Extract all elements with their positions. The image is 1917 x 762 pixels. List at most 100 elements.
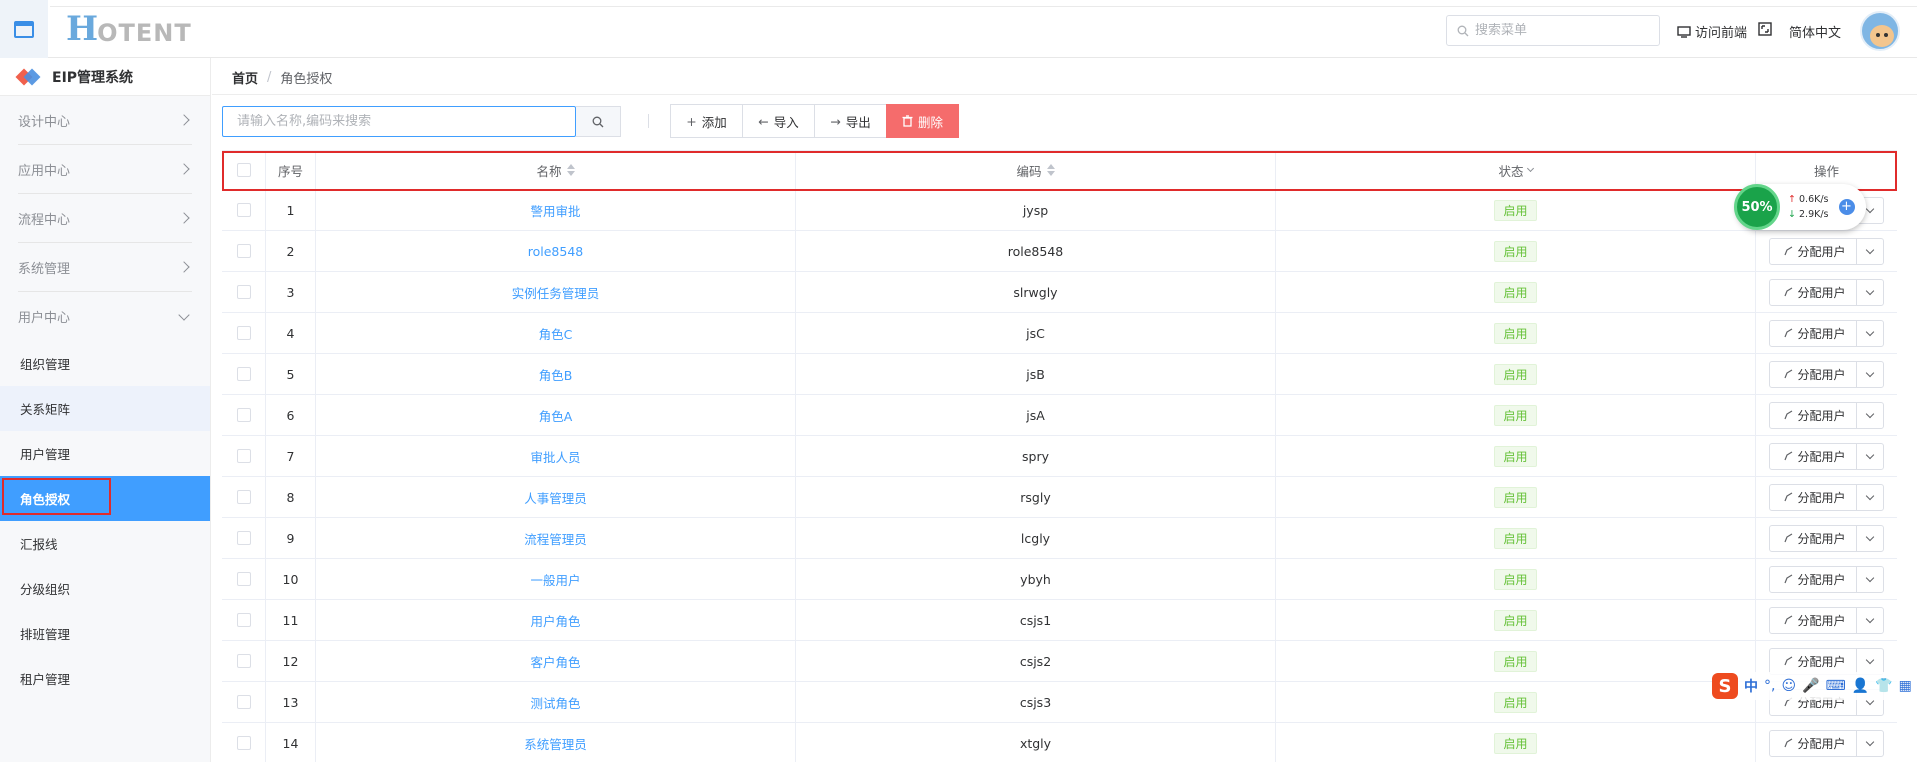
more-actions-dropdown[interactable]: [1857, 608, 1883, 633]
role-name-link[interactable]: 客户角色: [530, 652, 580, 671]
nav-group-design[interactable]: 设计中心: [18, 96, 192, 145]
role-name-link[interactable]: 角色A: [539, 406, 573, 425]
assign-users-button[interactable]: 分配用户: [1770, 730, 1857, 756]
fullscreen-button[interactable]: [1758, 22, 1772, 36]
search-button[interactable]: [576, 106, 621, 137]
sort-icon[interactable]: [566, 164, 575, 176]
sidebar-item-matrix[interactable]: 关系矩阵: [0, 386, 210, 431]
row-checkbox[interactable]: [236, 613, 251, 627]
more-actions-dropdown[interactable]: [1857, 321, 1883, 346]
microphone-icon[interactable]: 🎤: [1802, 678, 1819, 694]
assign-users-button[interactable]: 分配用户: [1770, 484, 1857, 510]
grid-icon[interactable]: ▦: [1899, 678, 1912, 694]
menu-toggle-button[interactable]: [0, 0, 48, 58]
header-status[interactable]: 状态: [1276, 151, 1756, 189]
sidebar-item-users[interactable]: 用户管理: [0, 431, 210, 476]
sidebar-item-org[interactable]: 组织管理: [0, 341, 210, 386]
header-name[interactable]: 名称: [316, 151, 796, 189]
more-actions-dropdown[interactable]: [1857, 485, 1883, 510]
sidebar-item-report-line[interactable]: 汇报线: [0, 521, 210, 566]
visit-frontend-link[interactable]: 访问前端: [1677, 22, 1747, 41]
role-name-link[interactable]: role8548: [528, 244, 584, 259]
assign-users-button[interactable]: 分配用户: [1770, 525, 1857, 551]
role-name-link[interactable]: 实例任务管理员: [512, 283, 600, 302]
plus-icon[interactable]: +: [1838, 199, 1855, 215]
assign-users-button[interactable]: 分配用户: [1770, 361, 1857, 387]
more-actions-dropdown[interactable]: [1857, 731, 1883, 756]
row-checkbox[interactable]: [236, 203, 251, 217]
nav-group-user[interactable]: 用户中心: [18, 292, 192, 341]
assign-users-button[interactable]: 分配用户: [1770, 648, 1857, 674]
row-checkbox[interactable]: [236, 572, 251, 586]
more-actions-dropdown[interactable]: [1857, 444, 1883, 469]
sidebar-item-grade-org[interactable]: 分级组织: [0, 566, 210, 611]
ime-mode[interactable]: 中: [1744, 676, 1758, 696]
role-name-link[interactable]: 角色B: [539, 365, 573, 384]
table-row[interactable]: 5 角色B jsB 启用 分配用户: [222, 354, 1897, 395]
language-selector[interactable]: 简体中文: [1789, 22, 1841, 41]
breadcrumb-home[interactable]: 首页: [232, 68, 258, 87]
export-button[interactable]: → 导出: [814, 104, 887, 138]
role-name-link[interactable]: 系统管理员: [524, 734, 587, 753]
more-actions-dropdown[interactable]: [1857, 280, 1883, 305]
menu-search-box[interactable]: [1446, 15, 1660, 46]
table-row[interactable]: 9 流程管理员 lcgly 启用 分配用户: [222, 518, 1897, 559]
row-checkbox[interactable]: [236, 285, 251, 299]
table-search-box[interactable]: [222, 106, 576, 137]
assign-users-button[interactable]: 分配用户: [1770, 566, 1857, 592]
row-checkbox[interactable]: [236, 449, 251, 463]
select-all-checkbox[interactable]: [236, 163, 251, 177]
delete-button[interactable]: 删除: [886, 104, 959, 138]
row-checkbox[interactable]: [236, 695, 251, 709]
sort-icon[interactable]: [1046, 164, 1055, 176]
role-name-link[interactable]: 角色C: [539, 324, 573, 343]
row-checkbox[interactable]: [236, 367, 251, 381]
table-row[interactable]: 13 测试角色 csjs3 启用 分配用户: [222, 682, 1897, 723]
row-checkbox[interactable]: [236, 244, 251, 258]
filter-chevron-icon[interactable]: [1526, 164, 1534, 172]
row-checkbox[interactable]: [236, 531, 251, 545]
ime-logo-icon[interactable]: S: [1712, 673, 1738, 699]
table-row[interactable]: 8 人事管理员 rsgly 启用 分配用户: [222, 477, 1897, 518]
nav-group-system[interactable]: 系统管理: [18, 243, 192, 292]
sidebar-item-roles[interactable]: 角色授权: [0, 476, 210, 521]
more-actions-dropdown[interactable]: [1857, 403, 1883, 428]
assign-users-button[interactable]: 分配用户: [1770, 607, 1857, 633]
table-search-input[interactable]: [237, 114, 557, 129]
role-name-link[interactable]: 人事管理员: [524, 488, 587, 507]
row-checkbox[interactable]: [236, 654, 251, 668]
assign-users-button[interactable]: 分配用户: [1770, 320, 1857, 346]
role-name-link[interactable]: 测试角色: [530, 693, 580, 712]
role-name-link[interactable]: 流程管理员: [524, 529, 587, 548]
sidebar-item-tenant[interactable]: 租户管理: [0, 656, 210, 701]
sidebar-item-schedule[interactable]: 排班管理: [0, 611, 210, 656]
header-code[interactable]: 编码: [796, 151, 1276, 189]
add-button[interactable]: + 添加: [670, 104, 743, 138]
row-checkbox[interactable]: [236, 408, 251, 422]
table-row[interactable]: 11 用户角色 csjs1 启用 分配用户: [222, 600, 1897, 641]
table-row[interactable]: 10 一般用户 ybyh 启用 分配用户: [222, 559, 1897, 600]
role-name-link[interactable]: 警用审批: [530, 201, 580, 220]
skin-icon[interactable]: 👕: [1875, 678, 1892, 694]
table-row[interactable]: 14 系统管理员 xtgly 启用 分配用户: [222, 723, 1897, 762]
more-actions-dropdown[interactable]: [1857, 649, 1883, 674]
user-avatar[interactable]: [1860, 11, 1900, 51]
assign-users-button[interactable]: 分配用户: [1770, 443, 1857, 469]
more-actions-dropdown[interactable]: [1857, 239, 1883, 264]
network-speed-widget[interactable]: 50% ↑ 0.6K/s ↓ 2.9K/s +: [1734, 184, 1866, 230]
menu-search-input[interactable]: [1475, 23, 1655, 38]
nav-group-app[interactable]: 应用中心: [18, 145, 192, 194]
table-row[interactable]: 2 role8548 role8548 启用 分配用户: [222, 231, 1897, 272]
more-actions-dropdown[interactable]: [1857, 567, 1883, 592]
more-actions-dropdown[interactable]: [1857, 526, 1883, 551]
row-checkbox[interactable]: [236, 490, 251, 504]
user-icon[interactable]: 👤: [1852, 678, 1869, 694]
assign-users-button[interactable]: 分配用户: [1770, 238, 1857, 264]
import-button[interactable]: ← 导入: [742, 104, 815, 138]
more-actions-dropdown[interactable]: [1857, 362, 1883, 387]
emoji-icon[interactable]: ☺: [1781, 678, 1796, 694]
punctuation-icon[interactable]: °,: [1764, 678, 1775, 694]
row-checkbox[interactable]: [236, 736, 251, 750]
role-name-link[interactable]: 审批人员: [530, 447, 580, 466]
keyboard-icon[interactable]: ⌨: [1826, 678, 1846, 694]
